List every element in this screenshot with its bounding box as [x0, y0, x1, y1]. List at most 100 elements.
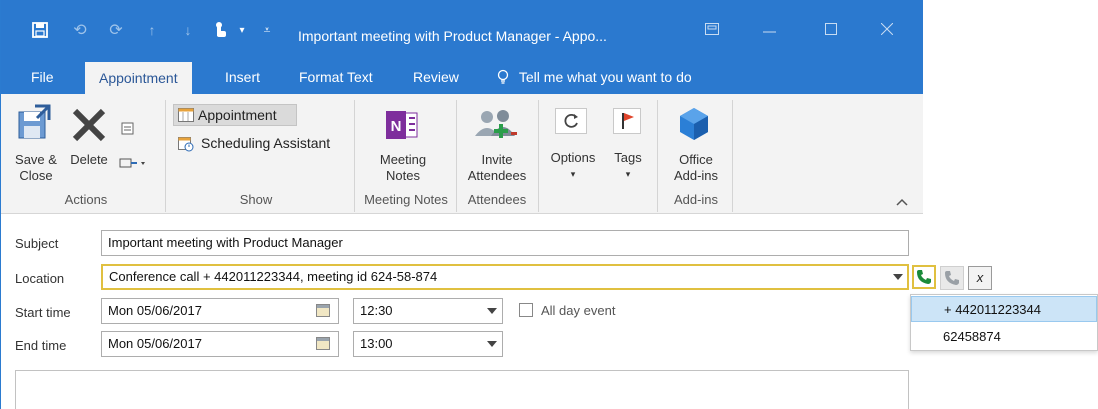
- onenote-letter: N: [391, 118, 402, 135]
- tab-file[interactable]: File: [31, 60, 54, 94]
- group-addins-label: Add-ins: [673, 192, 719, 207]
- start-time-label: Start time: [15, 305, 71, 320]
- meeting-notes-line2: Notes: [386, 168, 420, 183]
- group-separator: [657, 100, 658, 212]
- tell-me-text: Tell me what you want to do: [518, 69, 692, 85]
- down-arrow-icon[interactable]: ↓: [177, 18, 199, 42]
- up-arrow-icon[interactable]: ↑: [141, 18, 163, 42]
- title-bar: ⟲ ⟳ ↑ ↓ ▾ ⩡ Important meeting with Produ…: [1, 0, 923, 60]
- options-button[interactable]: [549, 106, 595, 136]
- phone-call-button[interactable]: [912, 265, 936, 289]
- body-editor[interactable]: [15, 370, 909, 409]
- tab-review[interactable]: Review: [413, 60, 459, 94]
- location-value: Conference call + 442011223344, meeting …: [109, 269, 438, 284]
- call-forward-button[interactable]: [940, 266, 964, 290]
- close-icon[interactable]: [880, 22, 894, 38]
- end-time-label: End time: [15, 338, 67, 353]
- all-day-checkbox[interactable]: [519, 303, 533, 317]
- end-date-value: Mon 05/06/2017: [108, 336, 202, 351]
- maximize-icon[interactable]: [825, 22, 837, 38]
- subject-input[interactable]: Important meeting with Product Manager: [101, 230, 909, 256]
- meeting-notes-line1: Meeting: [379, 152, 427, 167]
- tab-insert[interactable]: Insert: [225, 60, 260, 94]
- collapse-ribbon-icon[interactable]: [896, 194, 908, 209]
- tab-format-text[interactable]: Format Text: [299, 60, 373, 94]
- ribbon-display-icon[interactable]: [705, 22, 719, 38]
- start-date-value: Mon 05/06/2017: [108, 303, 202, 318]
- invite-attendees-label[interactable]: Invite Attendees: [459, 152, 535, 184]
- save-icon[interactable]: [29, 18, 51, 42]
- group-meeting-notes-label: Meeting Notes: [364, 192, 448, 207]
- office-addins-label[interactable]: Office Add-ins: [661, 152, 731, 184]
- phone-icon: [916, 269, 932, 288]
- invite-line2: Attendees: [467, 168, 527, 183]
- delete-icon[interactable]: [71, 108, 107, 145]
- calendar-view-icon[interactable]: [121, 122, 135, 139]
- close-location-tools-button[interactable]: x: [968, 266, 992, 290]
- group-separator: [732, 100, 733, 212]
- start-time-value: 12:30: [360, 303, 393, 318]
- all-day-label: All day event: [541, 303, 616, 318]
- options-label: Options: [550, 150, 596, 165]
- appointment-view-label: Appointment: [198, 107, 277, 123]
- appointment-view-icon: [178, 108, 194, 125]
- start-time-input[interactable]: 12:30: [353, 298, 503, 324]
- touch-mode-icon[interactable]: [209, 18, 231, 42]
- group-show-label: Show: [239, 192, 273, 207]
- location-input[interactable]: Conference call + 442011223344, meeting …: [101, 264, 909, 290]
- end-date-input[interactable]: Mon 05/06/2017: [101, 331, 339, 357]
- scheduling-assistant-label: Scheduling Assistant: [201, 135, 331, 151]
- options-dropdown-icon[interactable]: ▾: [545, 166, 601, 182]
- redo-icon[interactable]: ⟳: [105, 18, 127, 42]
- group-separator: [538, 100, 539, 212]
- save-close-line1: Save &: [15, 152, 57, 167]
- start-time-dropdown-icon[interactable]: [487, 308, 497, 314]
- start-date-picker-icon[interactable]: [316, 304, 330, 317]
- onenote-icon[interactable]: N: [385, 110, 419, 143]
- scheduling-assistant-button[interactable]: Scheduling Assistant: [173, 134, 343, 156]
- save-and-close-icon[interactable]: [17, 104, 53, 143]
- group-actions-label: Actions: [64, 192, 108, 207]
- scheduling-icon: [178, 137, 194, 155]
- window-title: Important meeting with Product Manager -…: [298, 28, 607, 44]
- ribbon-tabs: File Appointment Insert Format Text Revi…: [1, 60, 923, 94]
- subject-label: Subject: [15, 236, 59, 251]
- tab-appointment[interactable]: Appointment: [85, 62, 192, 94]
- outlook-appointment-window: ⟲ ⟳ ↑ ↓ ▾ ⩡ Important meeting with Produ…: [0, 0, 923, 409]
- location-label: Location: [15, 271, 65, 286]
- group-attendees-label: Attendees: [467, 192, 527, 207]
- flag-icon: [613, 108, 641, 137]
- undo-icon[interactable]: ⟲: [69, 18, 91, 42]
- addins-line2: Add-ins: [673, 168, 719, 183]
- phone-number-dropdown: + 442011223344 62458874: [910, 294, 1098, 351]
- invite-attendees-icon[interactable]: [473, 108, 519, 145]
- meeting-notes-button-label[interactable]: Meeting Notes: [367, 152, 439, 184]
- tell-me-box[interactable]: Tell me what you want to do: [497, 60, 692, 94]
- end-date-picker-icon[interactable]: [316, 337, 330, 350]
- phone-disabled-icon: [944, 270, 960, 289]
- tags-dropdown-icon[interactable]: ▾: [605, 166, 651, 182]
- forward-icon[interactable]: [119, 156, 147, 173]
- group-separator: [354, 100, 355, 212]
- end-time-input[interactable]: 13:00: [353, 331, 503, 357]
- start-date-input[interactable]: Mon 05/06/2017: [101, 298, 339, 324]
- save-close-label: Save & Close: [9, 152, 63, 184]
- save-close-line2: Close: [19, 168, 53, 183]
- delete-label: Delete: [70, 152, 108, 167]
- customize-qat-icon[interactable]: ⩡: [259, 18, 275, 42]
- end-time-dropdown-icon[interactable]: [487, 341, 497, 347]
- touch-dropdown-icon[interactable]: ▾: [235, 18, 249, 42]
- options-icon: [555, 108, 587, 137]
- group-separator: [165, 100, 166, 212]
- dropdown-item-phone[interactable]: + 442011223344: [911, 296, 1097, 322]
- minimize-icon[interactable]: [763, 24, 777, 40]
- appointment-view-button[interactable]: Appointment: [173, 104, 297, 126]
- end-time-value: 13:00: [360, 336, 393, 351]
- office-addins-icon[interactable]: [677, 106, 711, 145]
- addins-line1: Office: [679, 152, 713, 167]
- dropdown-item-meeting-id[interactable]: 62458874: [911, 324, 1097, 350]
- tags-button[interactable]: [609, 106, 647, 136]
- invite-line1: Invite: [481, 152, 513, 167]
- tags-label: Tags: [614, 150, 642, 165]
- location-dropdown-icon[interactable]: [893, 274, 903, 280]
